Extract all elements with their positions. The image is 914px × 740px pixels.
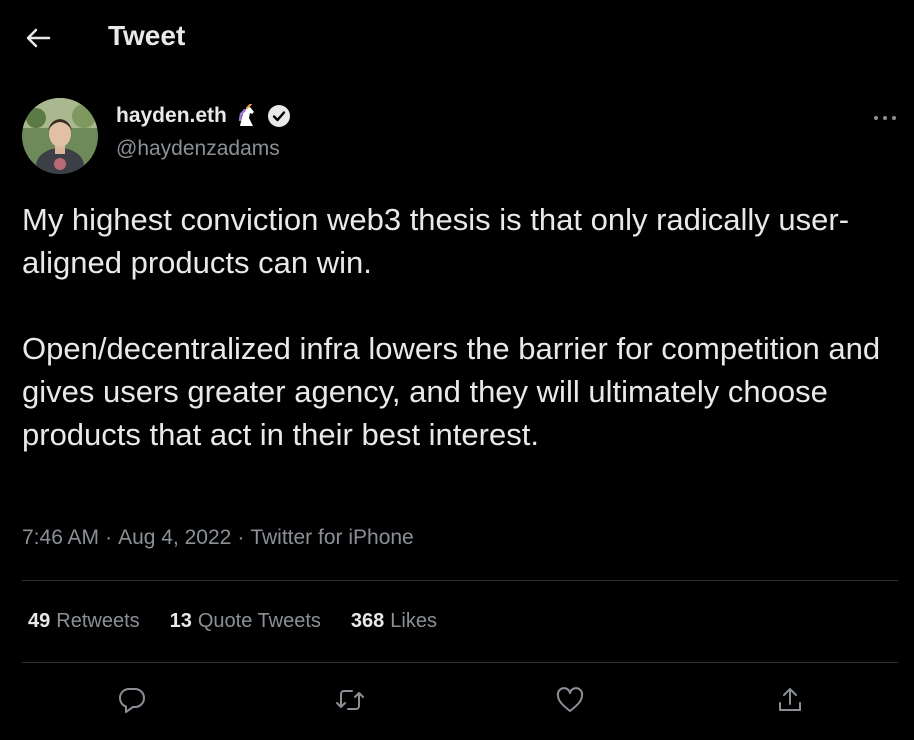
retweet-button[interactable] (330, 680, 370, 720)
divider (22, 580, 898, 581)
share-button[interactable] (770, 680, 810, 720)
more-icon (874, 116, 896, 120)
reply-button[interactable] (112, 680, 152, 720)
tweet-text: My highest conviction web3 thesis is tha… (22, 198, 902, 456)
like-button[interactable] (550, 680, 590, 720)
tweet-stats: 49 Retweets 13 Quote Tweets 368 Likes (28, 610, 437, 633)
retweets-stat[interactable]: 49 Retweets (28, 610, 140, 633)
quote-tweets-label: Quote Tweets (197, 610, 321, 632)
page-title: Tweet (108, 20, 186, 51)
author-handle[interactable]: @haydenzadams (116, 137, 280, 161)
quote-tweets-stat[interactable]: 13 Quote Tweets (170, 610, 321, 633)
retweet-icon (336, 690, 364, 710)
tweet-source[interactable]: Twitter for iPhone (250, 526, 413, 550)
tweet-date[interactable]: Aug 4, 2022 (118, 526, 231, 550)
tweet-paragraph: My highest conviction web3 thesis is tha… (22, 202, 850, 280)
action-bar (0, 680, 914, 720)
quote-tweets-count: 13 (169, 610, 192, 632)
author-display-name[interactable]: hayden.eth (116, 104, 227, 128)
likes-count: 368 (350, 610, 385, 632)
divider (22, 662, 898, 663)
top-bar: Tweet (0, 0, 914, 78)
verified-icon (267, 105, 290, 127)
share-icon (779, 688, 801, 711)
more-options-button[interactable] (870, 108, 900, 128)
tweet-time[interactable]: 7:46 AM (22, 526, 99, 550)
author-name-row: hayden.eth (116, 104, 291, 128)
back-button[interactable] (22, 22, 54, 54)
arrow-left-icon (26, 28, 51, 48)
tweet-paragraph: Open/decentralized infra lowers the barr… (22, 331, 881, 452)
likes-stat[interactable]: 368 Likes (351, 610, 437, 633)
reply-icon (118, 687, 145, 713)
avatar[interactable] (22, 98, 98, 174)
like-icon (556, 687, 584, 712)
meta-separator: · (105, 526, 113, 549)
meta-separator: · (237, 526, 245, 549)
retweets-count: 49 (28, 610, 51, 632)
tweet-meta: 7:46 AM · Aug 4, 2022 · Twitter for iPho… (22, 526, 414, 550)
unicorn-icon (238, 104, 254, 126)
retweets-label: Retweets (56, 610, 140, 632)
likes-label: Likes (390, 610, 437, 632)
